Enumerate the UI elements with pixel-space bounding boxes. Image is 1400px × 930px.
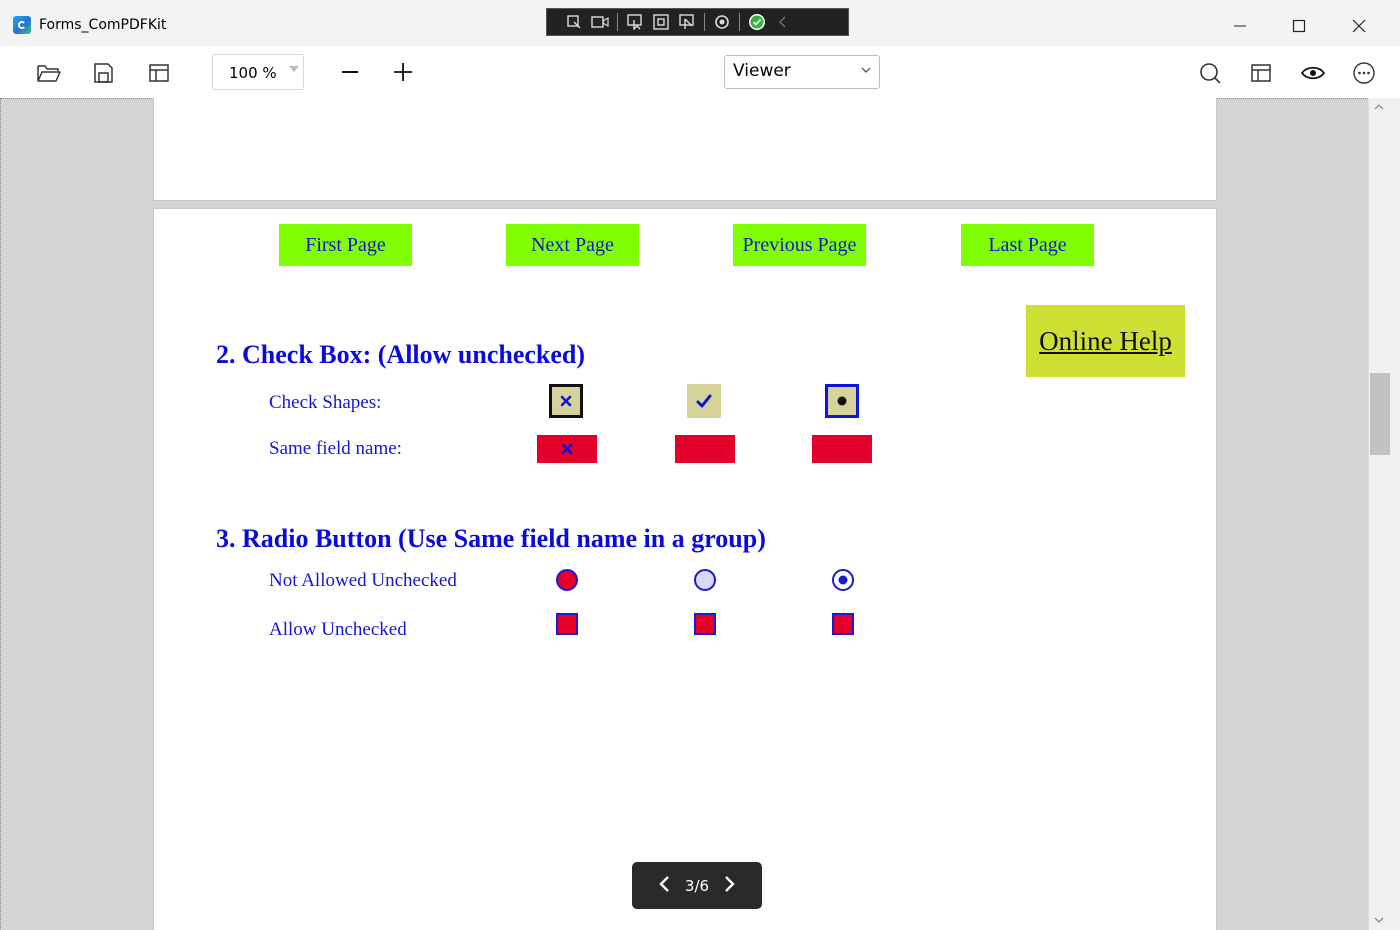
zoom-in-button[interactable] bbox=[389, 58, 417, 86]
pdf-page-previous bbox=[153, 98, 1217, 201]
section-heading-checkbox: 2. Check Box: (Allow unchecked) bbox=[216, 340, 586, 369]
radio-button-red[interactable] bbox=[556, 569, 578, 591]
checkbox-cross[interactable] bbox=[549, 384, 583, 418]
maximize-icon[interactable] bbox=[1277, 10, 1321, 42]
capture-select-icon[interactable] bbox=[561, 9, 587, 35]
eye-icon[interactable] bbox=[1298, 58, 1328, 88]
more-icon[interactable] bbox=[1349, 58, 1379, 88]
divider bbox=[617, 13, 618, 31]
screen-capture-toolbar bbox=[546, 8, 849, 36]
chevron-left-icon[interactable] bbox=[659, 875, 671, 897]
view-mode-label: Viewer bbox=[733, 61, 791, 81]
divider bbox=[704, 13, 705, 31]
open-folder-icon[interactable] bbox=[34, 58, 64, 88]
radio-button-empty[interactable] bbox=[694, 569, 716, 591]
close-icon[interactable] bbox=[1337, 10, 1381, 42]
window-capture-icon[interactable] bbox=[648, 9, 674, 35]
chevron-down-icon[interactable] bbox=[1374, 913, 1384, 927]
collapse-icon[interactable] bbox=[770, 9, 796, 35]
layout-panel-icon[interactable] bbox=[1246, 58, 1276, 88]
layout-panel-icon[interactable] bbox=[144, 58, 174, 88]
divider bbox=[739, 13, 740, 31]
check-shapes-label: Check Shapes: bbox=[269, 392, 382, 413]
first-page-button[interactable]: First Page bbox=[279, 224, 412, 266]
page-navigator: 3/6 bbox=[632, 862, 762, 909]
vertical-scrollbar[interactable] bbox=[1368, 98, 1400, 930]
confirm-icon[interactable] bbox=[744, 9, 770, 35]
window-title: Forms_ComPDFKit bbox=[39, 17, 167, 33]
search-icon[interactable] bbox=[1195, 58, 1225, 88]
not-allowed-unchecked-label: Not Allowed Unchecked bbox=[269, 570, 457, 591]
checkbox-check[interactable] bbox=[687, 384, 721, 418]
zoom-out-button[interactable] bbox=[336, 58, 364, 86]
checkbox-circle[interactable] bbox=[825, 384, 859, 418]
radio-square-3[interactable] bbox=[832, 613, 854, 635]
same-field-name-label: Same field name: bbox=[269, 438, 402, 459]
last-page-button[interactable]: Last Page bbox=[961, 224, 1094, 266]
region-capture-icon[interactable] bbox=[674, 9, 700, 35]
checkbox-same-field-1[interactable] bbox=[537, 435, 597, 463]
scrollbar-thumb[interactable] bbox=[1370, 373, 1390, 455]
main-toolbar bbox=[0, 46, 1400, 98]
radio-button-selected[interactable] bbox=[832, 569, 854, 591]
checkbox-same-field-3[interactable] bbox=[812, 435, 872, 463]
page-indicator: 3/6 bbox=[684, 876, 710, 895]
chevron-up-icon[interactable] bbox=[1374, 100, 1384, 114]
minimize-icon[interactable] bbox=[1218, 10, 1262, 42]
chevron-down-icon bbox=[289, 66, 299, 72]
radio-square-2[interactable] bbox=[694, 613, 716, 635]
allow-unchecked-label: Allow Unchecked bbox=[269, 619, 407, 640]
zoom-value: 100 % bbox=[229, 64, 277, 82]
chevron-down-icon bbox=[861, 64, 871, 77]
section-heading-radio: 3. Radio Button (Use Same field name in … bbox=[216, 524, 766, 553]
online-help-link[interactable]: Online Help bbox=[1026, 305, 1185, 377]
video-record-icon[interactable] bbox=[587, 9, 613, 35]
save-icon[interactable] bbox=[88, 58, 118, 88]
chevron-right-icon[interactable] bbox=[723, 875, 735, 897]
radio-square-1[interactable] bbox=[556, 613, 578, 635]
app-logo-icon bbox=[13, 16, 31, 34]
settings-icon[interactable] bbox=[709, 9, 735, 35]
pointer-capture-icon[interactable] bbox=[622, 9, 648, 35]
checkbox-same-field-2[interactable] bbox=[675, 435, 735, 463]
next-page-button[interactable]: Next Page bbox=[506, 224, 639, 266]
previous-page-button[interactable]: Previous Page bbox=[733, 224, 866, 266]
